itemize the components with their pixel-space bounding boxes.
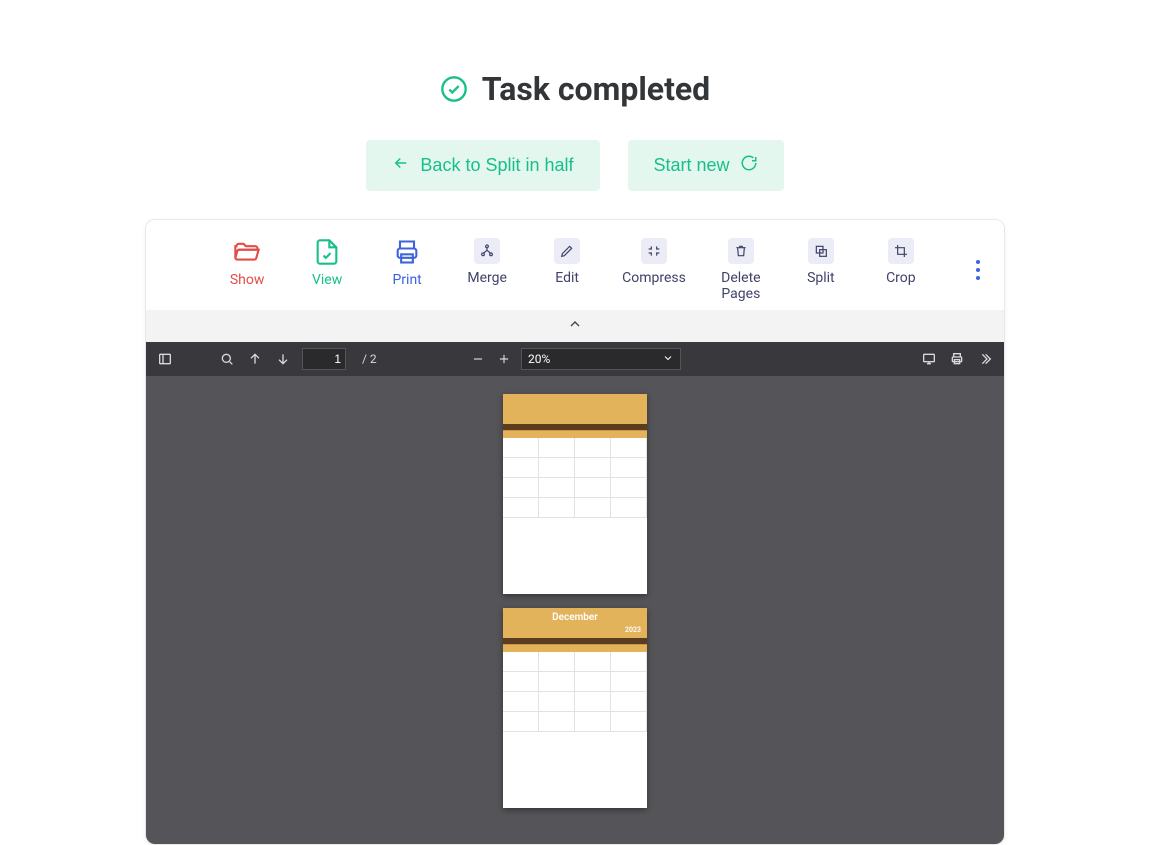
view-label: View — [312, 272, 342, 288]
prev-page-button[interactable] — [246, 350, 264, 368]
toolbar: Show View Print Merge — [146, 220, 1004, 310]
page2-year: 2023 — [503, 624, 647, 636]
merge-button[interactable]: Merge — [462, 238, 512, 302]
compress-button[interactable]: Compress — [622, 238, 686, 302]
next-page-button[interactable] — [274, 350, 292, 368]
tools-menu-button[interactable] — [976, 350, 994, 368]
collapse-toolbar-button[interactable] — [146, 310, 1004, 342]
viewer-card: Show View Print Merge — [145, 219, 1005, 845]
zoom-value: 20% — [528, 352, 550, 366]
print-label: Print — [392, 272, 421, 288]
crop-icon — [888, 238, 914, 264]
page2-month: December — [552, 612, 598, 623]
edit-label: Edit — [555, 270, 579, 286]
zoom-in-button[interactable] — [495, 350, 513, 368]
compress-icon — [641, 238, 667, 264]
split-icon — [808, 238, 834, 264]
presentation-button[interactable] — [920, 350, 938, 368]
sidebar-toggle-button[interactable] — [156, 350, 174, 368]
pdf-page-1[interactable] — [503, 394, 647, 594]
arrow-left-icon — [392, 154, 410, 177]
chevron-up-icon — [567, 316, 583, 336]
printer-icon — [393, 238, 421, 266]
print-button[interactable]: Print — [382, 238, 432, 302]
view-button[interactable]: View — [302, 238, 352, 302]
pencil-icon — [554, 238, 580, 264]
back-button[interactable]: Back to Split in half — [366, 140, 599, 191]
show-button[interactable]: Show — [222, 238, 272, 302]
pdf-viewer-toolbar: / 2 20% — [146, 342, 1004, 376]
delete-pages-label: Delete Pages — [721, 270, 760, 302]
zoom-select[interactable]: 20% — [521, 348, 681, 370]
crop-button[interactable]: Crop — [876, 238, 926, 302]
start-new-button[interactable]: Start new — [628, 140, 784, 191]
crop-label: Crop — [886, 270, 916, 286]
show-label: Show — [230, 272, 265, 288]
pdf-file-icon — [313, 238, 341, 266]
pdf-canvas[interactable]: December 2023 — [146, 376, 1004, 844]
merge-icon — [474, 238, 500, 264]
trash-icon — [728, 238, 754, 264]
back-button-label: Back to Split in half — [420, 155, 573, 176]
page-total-label: / 2 — [362, 352, 377, 366]
folder-open-icon — [233, 238, 261, 266]
delete-pages-button[interactable]: Delete Pages — [716, 238, 766, 302]
merge-label: Merge — [467, 270, 507, 286]
page-title: Task completed — [482, 70, 710, 108]
split-label: Split — [807, 270, 835, 286]
page-number-input[interactable] — [302, 348, 346, 370]
search-button[interactable] — [218, 350, 236, 368]
print-pdf-button[interactable] — [948, 350, 966, 368]
split-button[interactable]: Split — [796, 238, 846, 302]
more-menu-button[interactable] — [962, 254, 994, 286]
refresh-icon — [740, 154, 758, 177]
start-new-button-label: Start new — [654, 155, 730, 176]
zoom-out-button[interactable] — [469, 350, 487, 368]
chevron-down-icon — [662, 352, 674, 367]
pdf-page-2[interactable]: December 2023 — [503, 608, 647, 808]
edit-button[interactable]: Edit — [542, 238, 592, 302]
compress-label: Compress — [622, 270, 686, 286]
check-circle-icon — [440, 75, 468, 103]
